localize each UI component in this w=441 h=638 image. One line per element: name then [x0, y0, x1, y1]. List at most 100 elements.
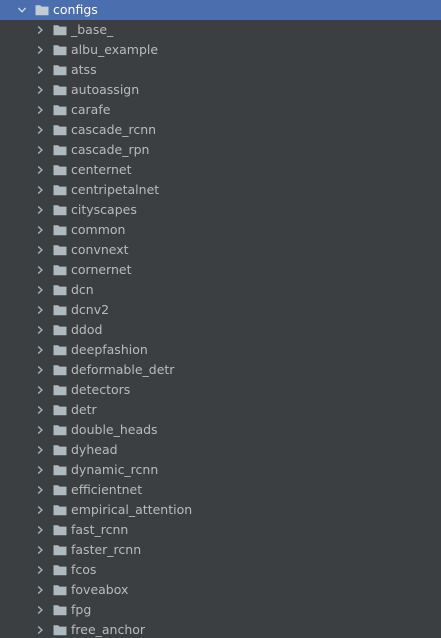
folder-icon: [53, 184, 67, 196]
chevron-right-icon[interactable]: [34, 540, 46, 560]
chevron-right-icon[interactable]: [34, 600, 46, 620]
chevron-right-icon[interactable]: [34, 420, 46, 440]
tree-item-ddod[interactable]: ddod: [0, 320, 441, 340]
chevron-right-icon[interactable]: [34, 60, 46, 80]
tree-item-label: cityscapes: [71, 202, 137, 217]
chevron-right-icon[interactable]: [34, 320, 46, 340]
tree-item-label: empirical_attention: [71, 502, 193, 517]
chevron-right-icon[interactable]: [34, 240, 46, 260]
tree-item-label: carafe: [71, 102, 111, 117]
chevron-right-icon[interactable]: [34, 180, 46, 200]
chevron-right-icon[interactable]: [34, 160, 46, 180]
tree-item-cascade-rpn[interactable]: cascade_rpn: [0, 140, 441, 160]
tree-item-deepfashion[interactable]: deepfashion: [0, 340, 441, 360]
chevron-right-icon[interactable]: [34, 120, 46, 140]
chevron-right-icon[interactable]: [34, 300, 46, 320]
tree-item-free-anchor[interactable]: free_anchor: [0, 620, 441, 638]
tree-item-label: fcos: [71, 562, 97, 577]
chevron-right-icon[interactable]: [34, 620, 46, 638]
folder-icon: [53, 504, 67, 516]
tree-item-faster-rcnn[interactable]: faster_rcnn: [0, 540, 441, 560]
tree-item-dcn[interactable]: dcn: [0, 280, 441, 300]
chevron-right-icon[interactable]: [34, 400, 46, 420]
folder-icon: [53, 384, 67, 396]
chevron-down-icon[interactable]: [16, 0, 28, 20]
tree-item-configs[interactable]: configs: [0, 0, 441, 20]
folder-icon: [53, 424, 67, 436]
chevron-right-icon[interactable]: [34, 580, 46, 600]
folder-icon: [53, 164, 67, 176]
tree-item-label: _base_: [71, 22, 114, 37]
chevron-right-icon[interactable]: [34, 520, 46, 540]
tree-item-detectors[interactable]: detectors: [0, 380, 441, 400]
folder-icon: [53, 84, 67, 96]
chevron-right-icon[interactable]: [34, 560, 46, 580]
tree-item-cornernet[interactable]: cornernet: [0, 260, 441, 280]
chevron-right-icon[interactable]: [34, 100, 46, 120]
tree-item-dcnv2[interactable]: dcnv2: [0, 300, 441, 320]
tree-item-label: detr: [71, 402, 97, 417]
tree-item-base[interactable]: _base_: [0, 20, 441, 40]
tree-item-double-heads[interactable]: double_heads: [0, 420, 441, 440]
tree-item-carafe[interactable]: carafe: [0, 100, 441, 120]
folder-icon: [53, 604, 67, 616]
chevron-right-icon[interactable]: [34, 480, 46, 500]
tree-item-empirical-attention[interactable]: empirical_attention: [0, 500, 441, 520]
chevron-right-icon[interactable]: [34, 220, 46, 240]
tree-item-dyhead[interactable]: dyhead: [0, 440, 441, 460]
folder-icon: [53, 464, 67, 476]
tree-item-label: dynamic_rcnn: [71, 462, 159, 477]
folder-icon: [53, 564, 67, 576]
tree-item-fcos[interactable]: fcos: [0, 560, 441, 580]
folder-icon: [53, 124, 67, 136]
chevron-right-icon[interactable]: [34, 140, 46, 160]
tree-item-fast-rcnn[interactable]: fast_rcnn: [0, 520, 441, 540]
tree-item-label: atss: [71, 62, 97, 77]
tree-item-efficientnet[interactable]: efficientnet: [0, 480, 441, 500]
tree-item-dynamic-rcnn[interactable]: dynamic_rcnn: [0, 460, 441, 480]
tree-item-label: configs: [53, 2, 98, 17]
chevron-right-icon[interactable]: [34, 500, 46, 520]
folder-icon: [53, 544, 67, 556]
tree-item-common[interactable]: common: [0, 220, 441, 240]
tree-item-label: detectors: [71, 382, 131, 397]
folder-icon: [53, 224, 67, 236]
chevron-right-icon[interactable]: [34, 40, 46, 60]
folder-icon: [53, 404, 67, 416]
tree-item-deformable-detr[interactable]: deformable_detr: [0, 360, 441, 380]
tree-item-centripetalnet[interactable]: centripetalnet: [0, 180, 441, 200]
chevron-right-icon[interactable]: [34, 80, 46, 100]
chevron-right-icon[interactable]: [34, 460, 46, 480]
chevron-right-icon[interactable]: [34, 280, 46, 300]
tree-item-label: fast_rcnn: [71, 522, 129, 537]
folder-icon: [53, 324, 67, 336]
tree-item-detr[interactable]: detr: [0, 400, 441, 420]
project-tree: configs _base_ albu_exampleatss autoassign…: [0, 0, 441, 638]
tree-item-label: cascade_rcnn: [71, 122, 157, 137]
chevron-right-icon[interactable]: [34, 260, 46, 280]
tree-item-label: convnext: [71, 242, 129, 257]
tree-item-fpg[interactable]: fpg: [0, 600, 441, 620]
tree-item-centernet[interactable]: centernet: [0, 160, 441, 180]
tree-item-albu-example[interactable]: albu_example: [0, 40, 441, 60]
tree-item-label: dyhead: [71, 442, 118, 457]
chevron-right-icon[interactable]: [34, 20, 46, 40]
chevron-right-icon[interactable]: [34, 340, 46, 360]
tree-item-label: double_heads: [71, 422, 158, 437]
tree-item-autoassign[interactable]: autoassign: [0, 80, 441, 100]
tree-item-cityscapes[interactable]: cityscapes: [0, 200, 441, 220]
folder-icon: [53, 24, 67, 36]
tree-item-cascade-rcnn[interactable]: cascade_rcnn: [0, 120, 441, 140]
chevron-right-icon[interactable]: [34, 200, 46, 220]
folder-icon: [53, 204, 67, 216]
tree-item-label: dcnv2: [71, 302, 110, 317]
chevron-right-icon[interactable]: [34, 380, 46, 400]
tree-item-convnext[interactable]: convnext: [0, 240, 441, 260]
folder-icon: [53, 624, 67, 636]
tree-item-label: ddod: [71, 322, 103, 337]
chevron-right-icon[interactable]: [34, 440, 46, 460]
chevron-right-icon[interactable]: [34, 360, 46, 380]
tree-item-foveabox[interactable]: foveabox: [0, 580, 441, 600]
folder-icon: [53, 524, 67, 536]
tree-item-atss[interactable]: atss: [0, 60, 441, 80]
